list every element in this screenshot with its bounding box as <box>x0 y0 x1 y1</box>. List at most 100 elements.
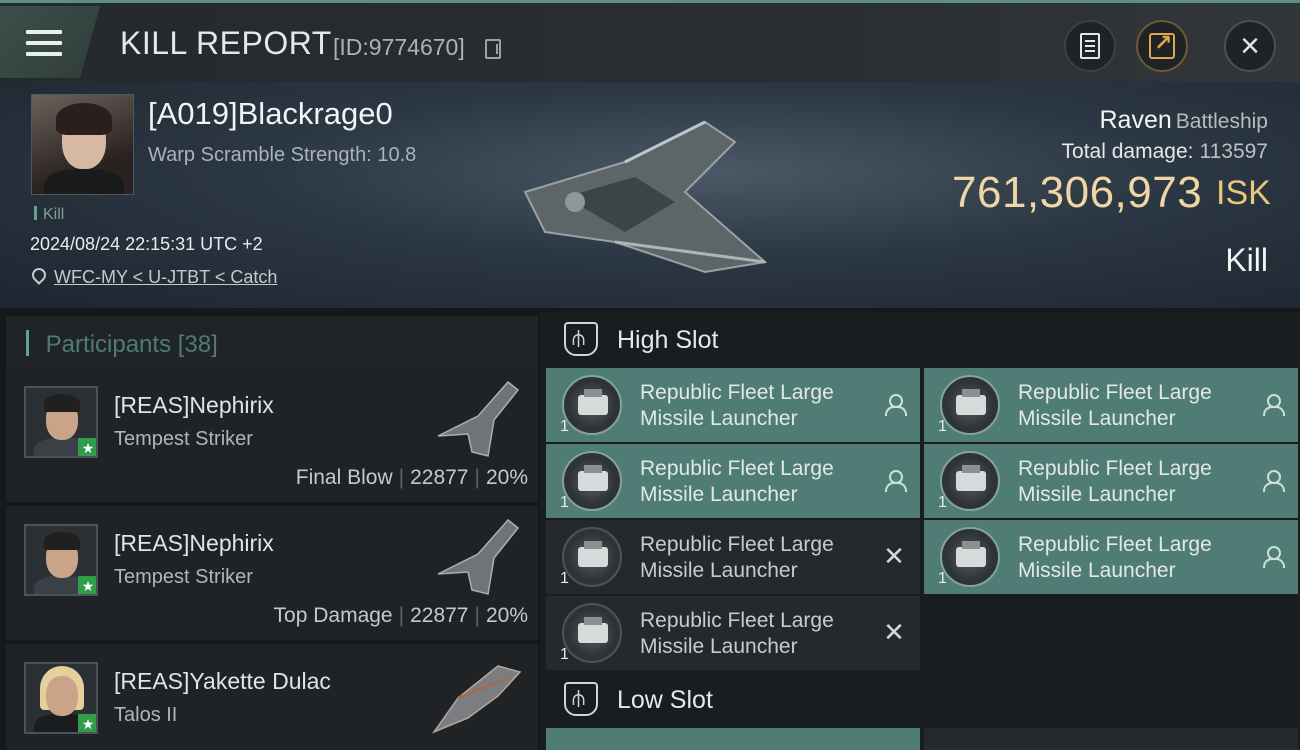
participants-count: [38] <box>177 331 218 358</box>
module-name: Republic Fleet Large Missile Launcher <box>640 380 870 432</box>
module-name-line1: Republic Fleet Large <box>1018 533 1212 556</box>
kill-tag: Kill <box>34 206 64 224</box>
participant-avatar: ★ <box>24 524 98 596</box>
module-name: Republic Fleet Large Missile Launcher <box>640 608 870 660</box>
location-pin-icon <box>29 265 49 285</box>
module-name-line1: Republic Fleet Large <box>1018 457 1212 480</box>
module-name-line2: Missile Launcher <box>640 407 798 430</box>
participant-row[interactable]: ★ [REAS]Yakette Dulac Talos II <box>6 644 538 750</box>
participants-title: Participants [38] <box>26 330 218 359</box>
module-item[interactable] <box>546 728 920 750</box>
missile-launcher-icon <box>940 527 1000 587</box>
high-slot-header: High Slot <box>544 312 1298 366</box>
page-title: KILL REPORT <box>120 25 332 61</box>
victim-avatar[interactable] <box>31 94 134 195</box>
dropped-person-icon <box>1260 468 1285 492</box>
participants-label: Participants <box>45 331 172 358</box>
module-quantity: 1 <box>938 570 947 587</box>
module-name-line2: Missile Launcher <box>1018 483 1176 506</box>
participant-row[interactable]: ★ [REAS]Nephirix Tempest Striker Final B… <box>6 368 538 502</box>
module-name-line1: Republic Fleet Large <box>640 533 834 556</box>
close-button[interactable]: × <box>1224 20 1276 72</box>
missile-launcher-icon <box>562 527 622 587</box>
ship-class: Battleship <box>1175 110 1268 133</box>
participant-avatar: ★ <box>24 662 98 734</box>
participant-role: Final Blow <box>295 466 393 489</box>
menu-button[interactable] <box>0 6 100 78</box>
participant-damage: 22877 <box>410 604 469 627</box>
location-link[interactable]: WFC-MY < U-JTBT < Catch <box>54 267 277 288</box>
module-name-line2: Missile Launcher <box>640 559 798 582</box>
missile-launcher-icon <box>562 603 622 663</box>
low-slot-header: Low Slot <box>544 672 1298 726</box>
module-item[interactable]: 1 Republic Fleet Large Missile Launcher <box>546 368 920 442</box>
participant-percent: 20% <box>485 466 528 489</box>
module-item[interactable]: 1 Republic Fleet Large Missile Launcher <box>924 444 1298 518</box>
low-slot-title: Low Slot <box>617 686 713 714</box>
module-quantity: 1 <box>560 418 569 435</box>
fitting-panel: High Slot 1 Republic Fleet Large Missile … <box>540 312 1300 750</box>
dropped-person-icon <box>882 468 907 492</box>
module-item[interactable]: 1 Republic Fleet Large Missile Launcher ✕ <box>546 596 920 670</box>
star-icon: ★ <box>78 438 96 456</box>
participant-name: [REAS]Yakette Dulac <box>114 668 331 694</box>
module-name: Republic Fleet Large Missile Launcher <box>1018 532 1248 584</box>
missile-launcher-icon <box>562 451 622 511</box>
victim-name[interactable]: [A019]Blackrage0 <box>148 96 393 132</box>
total-damage-value: 113597 <box>1199 140 1268 163</box>
module-name: Republic Fleet Large Missile Launcher <box>1018 456 1248 508</box>
module-quantity: 1 <box>560 494 569 511</box>
module-item[interactable]: 1 Republic Fleet Large Missile Launcher <box>924 368 1298 442</box>
star-icon: ★ <box>78 714 96 732</box>
module-name-line2: Missile Launcher <box>1018 407 1176 430</box>
module-name-line1: Republic Fleet Large <box>640 381 834 404</box>
participant-name: [REAS]Nephirix <box>114 530 274 556</box>
isk-value: 761,306,973 <box>952 168 1203 217</box>
module-item[interactable]: 1 Republic Fleet Large Missile Launcher <box>546 444 920 518</box>
clipboard-icon <box>1080 33 1100 59</box>
module-name: Republic Fleet Large Missile Launcher <box>640 456 870 508</box>
module-name-line2: Missile Launcher <box>640 635 798 658</box>
module-item[interactable]: 1 Republic Fleet Large Missile Launcher ✕ <box>546 520 920 594</box>
share-icon <box>1149 30 1175 59</box>
menu-icon <box>26 30 62 58</box>
victim-banner: [A019]Blackrage0 Warp Scramble Strength:… <box>0 82 1300 308</box>
module-item[interactable] <box>924 728 1298 750</box>
missile-launcher-icon <box>940 375 1000 435</box>
kill-outcome: Kill <box>1225 242 1268 278</box>
participants-panel: Participants [38] ★ [REAS]Nephirix Tempe… <box>0 312 540 750</box>
isk-unit: ISK <box>1216 174 1271 212</box>
module-name-line1: Republic Fleet Large <box>1018 381 1212 404</box>
close-icon: × <box>1240 27 1260 65</box>
share-button[interactable] <box>1136 20 1188 72</box>
participant-stats: Top Damage | 22877 | 20% <box>273 604 528 627</box>
dropped-person-icon <box>882 392 907 416</box>
participant-row[interactable]: ★ [REAS]Nephirix Tempest Striker Top Dam… <box>6 506 538 640</box>
module-quantity: 1 <box>938 418 947 435</box>
clipboard-button[interactable] <box>1064 20 1116 72</box>
victim-ship-image <box>523 120 768 274</box>
copy-icon[interactable] <box>485 39 501 59</box>
destroyed-x-icon: ✕ <box>883 617 905 647</box>
participant-ship: Tempest Striker <box>114 428 253 450</box>
module-name-line1: Republic Fleet Large <box>640 457 834 480</box>
participant-role: Top Damage <box>273 604 393 627</box>
total-damage: Total damage: 113597 <box>1062 140 1268 164</box>
missile-launcher-icon <box>940 451 1000 511</box>
dropped-person-icon <box>1260 392 1285 416</box>
participant-ship: Tempest Striker <box>114 566 253 588</box>
participants-header: Participants [38] <box>6 316 538 368</box>
report-id: [ID:9774670] <box>333 34 465 60</box>
missile-launcher-icon <box>562 375 622 435</box>
high-slot-icon <box>564 322 598 356</box>
module-name-line2: Missile Launcher <box>1018 559 1176 582</box>
warp-scramble-strength: Warp Scramble Strength: 10.8 <box>148 144 417 166</box>
participant-name: [REAS]Nephirix <box>114 392 274 418</box>
module-item[interactable]: 1 Republic Fleet Large Missile Launcher <box>924 520 1298 594</box>
total-damage-label: Total damage: <box>1061 140 1194 163</box>
module-name-line2: Missile Launcher <box>640 483 798 506</box>
star-icon: ★ <box>78 576 96 594</box>
destroyed-x-icon: ✕ <box>883 541 905 571</box>
module-quantity: 1 <box>560 646 569 663</box>
participant-percent: 20% <box>485 604 528 627</box>
